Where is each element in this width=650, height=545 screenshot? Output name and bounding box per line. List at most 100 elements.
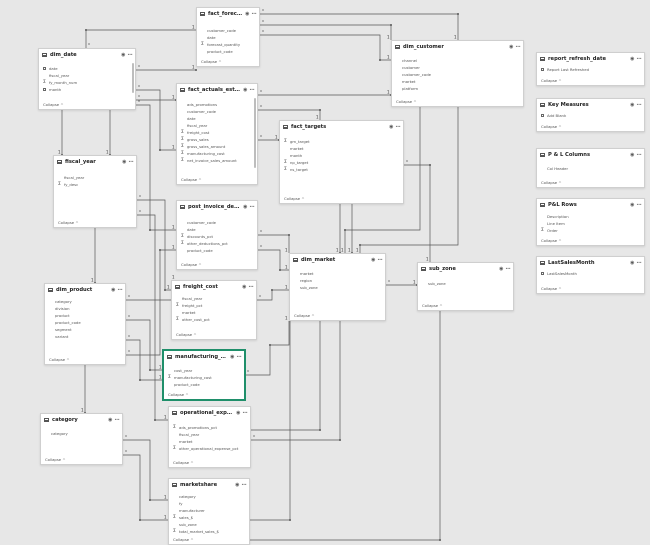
collapse-button[interactable]: Collapse ^ bbox=[176, 332, 197, 337]
table-header[interactable]: fact_actuals_estimates◉⋯ bbox=[177, 84, 257, 96]
eye-icon[interactable]: ◉ bbox=[630, 202, 634, 208]
eye-icon[interactable]: ◉ bbox=[245, 11, 249, 17]
collapse-button[interactable]: Collapse ^ bbox=[58, 220, 79, 225]
table-card-fact-actuals-estimates[interactable]: fact_actuals_estimates◉⋯ ads_promotionscu… bbox=[176, 83, 258, 185]
table-card-key-measures[interactable]: Key Measures ◉ ⋯ Add Blank Collapse ^ bbox=[536, 98, 645, 132]
relationship-line[interactable] bbox=[251, 321, 321, 431]
more-options-icon[interactable]: ⋯ bbox=[249, 284, 254, 290]
table-card-pl-rows[interactable]: P&L Rows ◉ ⋯ Description Line Item Σ Order Coll… bbox=[536, 198, 645, 246]
table-header[interactable]: freight_cost ◉ ⋯ bbox=[172, 281, 256, 293]
collapse-button[interactable]: Collapse ^ bbox=[181, 177, 202, 182]
relationship-line[interactable] bbox=[137, 199, 171, 291]
eye-icon[interactable]: ◉ bbox=[242, 284, 246, 290]
field-row[interactable]: fiscal_year bbox=[177, 122, 257, 129]
table-header[interactable]: fact_forecast_monthly◉⋯ bbox=[197, 8, 259, 20]
relationship-line[interactable] bbox=[126, 280, 177, 301]
field-row[interactable]: variant bbox=[45, 333, 125, 340]
collapse-button[interactable]: Collapse ^ bbox=[284, 196, 305, 201]
field-row[interactable]: category bbox=[41, 430, 122, 437]
relationship-line[interactable] bbox=[258, 109, 321, 120]
field-row[interactable]: Σmanufacturing_cost bbox=[164, 374, 244, 381]
relationship-line[interactable] bbox=[126, 339, 163, 381]
field-row[interactable]: product_code bbox=[164, 381, 244, 388]
field-row[interactable]: customer bbox=[392, 64, 523, 71]
relationship-line[interactable] bbox=[258, 234, 290, 253]
table-card-category[interactable]: category ◉ ⋯ category Collapse ^ bbox=[40, 413, 123, 465]
field-row[interactable]: Σfy_month_num bbox=[39, 79, 135, 86]
field-row[interactable]: month bbox=[280, 152, 403, 159]
eye-icon[interactable]: ◉ bbox=[121, 52, 125, 58]
field-row[interactable]: Σforecast_quantity bbox=[197, 41, 259, 48]
table-header[interactable]: LastSalesMonth ◉ ⋯ bbox=[537, 257, 644, 269]
more-options-icon[interactable]: ⋯ bbox=[250, 87, 255, 93]
eye-icon[interactable]: ◉ bbox=[499, 266, 503, 272]
field-row[interactable]: Σfreight_cost bbox=[177, 129, 257, 136]
field-row[interactable]: date bbox=[177, 226, 257, 233]
field-row[interactable]: manufacturer bbox=[169, 507, 249, 514]
more-options-icon[interactable]: ⋯ bbox=[242, 482, 247, 488]
field-row[interactable]: Σns_target bbox=[280, 166, 403, 173]
field-row[interactable]: region bbox=[290, 277, 385, 284]
relationship-line[interactable] bbox=[251, 321, 341, 441]
field-row[interactable]: Σother_operational_expense_pct bbox=[169, 445, 250, 452]
field-row[interactable]: Σother_cost_pct bbox=[172, 316, 256, 323]
collapse-button[interactable]: Collapse ^ bbox=[45, 457, 66, 462]
field-row[interactable]: market bbox=[172, 309, 256, 316]
field-row[interactable]: Σfreight_pct bbox=[172, 302, 256, 309]
eye-icon[interactable]: ◉ bbox=[630, 152, 634, 158]
relationship-line[interactable] bbox=[126, 319, 163, 371]
table-card-dim-product[interactable]: dim_product ◉ ⋯ category division product prod… bbox=[44, 283, 126, 365]
field-row[interactable]: ads_promotions bbox=[177, 101, 257, 108]
table-header[interactable]: P & L Columns ◉ ⋯ bbox=[537, 149, 644, 161]
field-row[interactable]: Σfy_desc bbox=[54, 181, 136, 188]
more-options-icon[interactable]: ⋯ bbox=[128, 52, 133, 58]
table-header[interactable]: dim_customer ◉ ⋯ bbox=[392, 41, 523, 53]
field-row[interactable]: market bbox=[169, 438, 250, 445]
field-row[interactable]: Description bbox=[537, 213, 644, 220]
relationship-line[interactable] bbox=[136, 89, 176, 151]
more-options-icon[interactable]: ⋯ bbox=[243, 410, 248, 416]
collapse-button[interactable]: Collapse ^ bbox=[422, 303, 443, 308]
more-options-icon[interactable]: ⋯ bbox=[396, 124, 401, 130]
field-row[interactable]: Σnp_target bbox=[280, 159, 403, 166]
more-options-icon[interactable]: ⋯ bbox=[118, 287, 123, 293]
eye-icon[interactable]: ◉ bbox=[630, 56, 634, 62]
field-row[interactable]: platform bbox=[392, 85, 523, 92]
relationship-line[interactable] bbox=[257, 289, 289, 301]
field-row[interactable]: category bbox=[169, 493, 249, 500]
table-header[interactable]: dim_market ◉ ⋯ bbox=[290, 254, 385, 266]
field-row[interactable]: product_code bbox=[45, 319, 125, 326]
field-row[interactable]: Σgm_target bbox=[280, 138, 403, 145]
eye-icon[interactable]: ◉ bbox=[371, 257, 375, 263]
table-header[interactable]: category ◉ ⋯ bbox=[41, 414, 122, 426]
eye-icon[interactable]: ◉ bbox=[108, 417, 112, 423]
collapse-button[interactable]: Collapse ^ bbox=[541, 180, 562, 185]
relationship-line[interactable] bbox=[260, 13, 459, 40]
table-header[interactable]: post_invoice_deducti...◉⋯ bbox=[177, 201, 257, 213]
table-card-fact-forecast-monthly[interactable]: fact_forecast_monthly◉⋯customer_codedate… bbox=[196, 7, 260, 67]
more-options-icon[interactable]: ⋯ bbox=[378, 257, 383, 263]
more-options-icon[interactable]: ⋯ bbox=[506, 266, 511, 272]
collapse-button[interactable]: Collapse ^ bbox=[541, 124, 562, 129]
table-card-sub-zone[interactable]: sub_zone ◉ ⋯ sub_zone Collapse ^ bbox=[417, 262, 514, 311]
relationship-line[interactable] bbox=[85, 29, 196, 48]
collapse-button[interactable]: Collapse ^ bbox=[43, 102, 64, 107]
table-card-manufacturing-cost[interactable]: manufacturing_cost ◉ ⋯ cost_year Σmanufactur… bbox=[163, 350, 245, 400]
table-header[interactable]: fiscal_year ◉ ⋯ bbox=[54, 156, 136, 168]
table-header[interactable]: operational_expense◉⋯ bbox=[169, 407, 250, 419]
more-options-icon[interactable]: ⋯ bbox=[237, 354, 242, 360]
eye-icon[interactable]: ◉ bbox=[230, 354, 234, 360]
table-card-freight-cost[interactable]: freight_cost ◉ ⋯ fiscal_year Σfreight_pct mar… bbox=[171, 280, 257, 340]
field-row[interactable]: Add Blank bbox=[537, 112, 644, 119]
eye-icon[interactable]: ◉ bbox=[111, 287, 115, 293]
relationship-line[interactable] bbox=[123, 439, 168, 501]
relationship-line[interactable] bbox=[250, 321, 291, 521]
more-options-icon[interactable]: ⋯ bbox=[637, 202, 642, 208]
eye-icon[interactable]: ◉ bbox=[509, 44, 513, 50]
field-row[interactable]: Σads_promotions_pct bbox=[169, 424, 250, 431]
relationship-line[interactable] bbox=[260, 24, 392, 40]
field-row[interactable]: Line Item bbox=[537, 220, 644, 227]
collapse-button[interactable]: Collapse ^ bbox=[541, 238, 562, 243]
table-card-pl-columns[interactable]: P & L Columns ◉ ⋯ Col Header Collapse ^ bbox=[536, 148, 645, 188]
collapse-button[interactable]: Collapse ^ bbox=[173, 460, 194, 465]
